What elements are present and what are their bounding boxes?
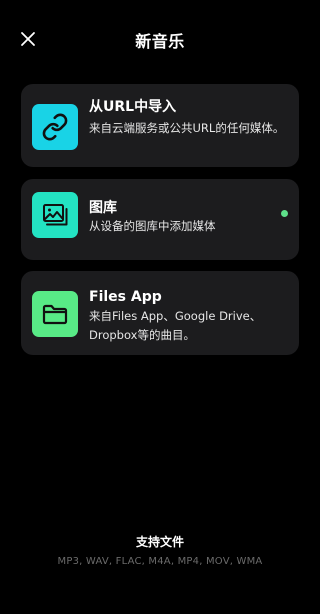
- status-dot: [281, 210, 288, 217]
- link-icon: [42, 113, 68, 141]
- supported-formats-list: MP3, WAV, FLAC, M4A, MP4, MOV, WMA: [57, 556, 263, 567]
- link-icon-tile: [32, 104, 78, 150]
- import-from-url-option[interactable]: 从URL中导入 来自云端服务或公共URL的任何媒体。: [21, 84, 299, 167]
- supported-files-title: 支持文件: [135, 535, 184, 549]
- files-app-option[interactable]: Files App 来自Files App、Google Drive、Dropb…: [21, 271, 299, 355]
- option-description: 来自云端服务或公共URL的任何媒体。: [89, 121, 285, 135]
- option-description: 从设备的图库中添加媒体: [89, 219, 216, 233]
- image-gallery-icon: [43, 204, 68, 226]
- option-title: 从URL中导入: [89, 99, 177, 115]
- option-title: 图库: [89, 200, 117, 216]
- page-title: 新音乐: [135, 32, 185, 51]
- folder-icon: [42, 304, 68, 325]
- option-title: Files App: [89, 289, 162, 305]
- gallery-option[interactable]: 图库 从设备的图库中添加媒体: [21, 179, 299, 260]
- gallery-icon-tile: [32, 192, 78, 238]
- folder-icon-tile: [32, 291, 78, 337]
- option-description: 来自Files App、Google Drive、Dropbox等的曲目。: [89, 309, 262, 342]
- header: 新音乐: [0, 0, 320, 76]
